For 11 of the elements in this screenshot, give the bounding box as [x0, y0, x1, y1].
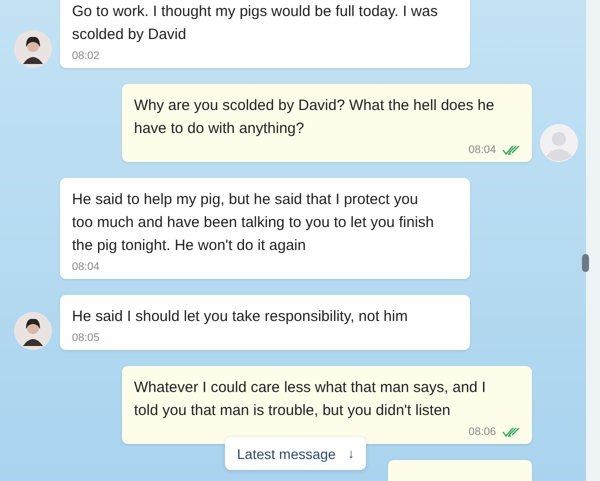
message-time: 08:02 — [72, 50, 100, 62]
message-text: Why are you scolded by David? What the hell does he have to do with anything? — [134, 96, 496, 139]
latest-message-button[interactable]: Latest message ↓ — [225, 437, 366, 470]
message-text: Go to work. I thought my pigs would be full today. I was scolded by David — [72, 2, 438, 45]
message-time: 08:06 — [468, 426, 496, 438]
message-text: Whatever I could care less what that man says, and I told you that man is trouble, but you didn't listen — [134, 378, 487, 421]
message-time: 08:04 — [72, 261, 100, 273]
message-text: He said I should let you take responsibility, not him — [72, 307, 409, 327]
message-time: 08:05 — [72, 332, 100, 344]
message-text: He said to help my pig, but he said that I protect you too much and have been talking to you to let you finish the pig tonight. He won't do it again — [72, 190, 435, 256]
message-time: 08:04 — [468, 144, 496, 156]
